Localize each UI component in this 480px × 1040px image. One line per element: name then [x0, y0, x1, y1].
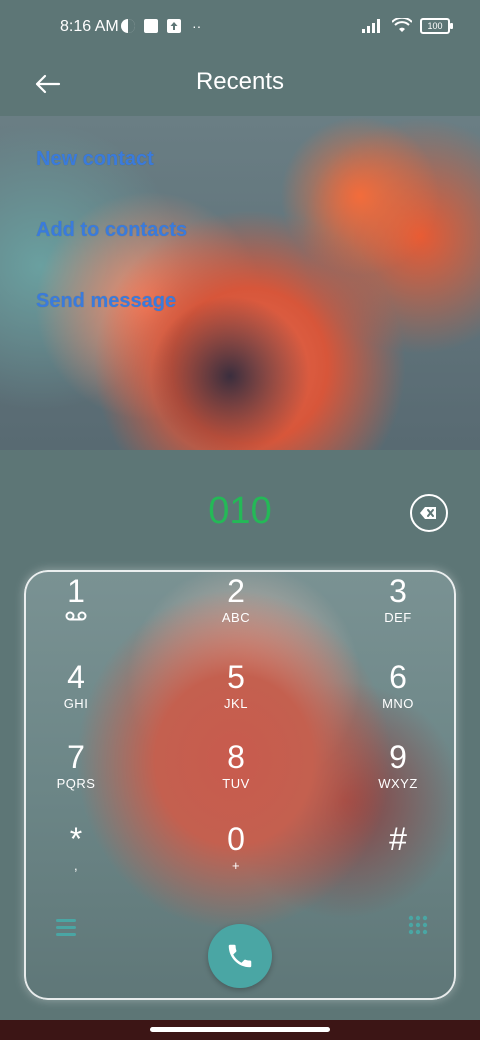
status-square-icon	[144, 19, 158, 33]
key-digit: 5	[227, 659, 245, 695]
battery-icon: 100	[420, 18, 453, 34]
phone-icon	[228, 944, 252, 968]
key-digit: 8	[227, 739, 245, 775]
key-6[interactable]: 6 MNO	[338, 660, 458, 734]
key-digit: *	[69, 821, 83, 857]
key-letters: DEF	[384, 610, 412, 625]
page-title: Recents	[195, 68, 285, 95]
key-digit: 3	[389, 573, 407, 609]
key-letters: GHI	[63, 696, 89, 711]
key-7[interactable]: 7 PQRS	[16, 740, 136, 814]
key-letters: MNO	[382, 696, 414, 711]
add-to-contacts-link[interactable]: Add to contacts	[36, 219, 187, 242]
key-5[interactable]: 5 JKL	[176, 660, 296, 734]
key-8[interactable]: 8 TUV	[176, 740, 296, 814]
key-letters: TUV	[222, 776, 250, 791]
menu-icon[interactable]	[54, 916, 80, 940]
key-hash[interactable]: #	[338, 822, 458, 896]
backspace-button[interactable]	[410, 494, 448, 532]
key-3[interactable]: 3 DEF	[338, 574, 458, 648]
key-letters: +	[231, 858, 241, 873]
key-digit: 0	[227, 821, 245, 857]
dial-keypad: 1 2 ABC 3 DEF 4 GHI 5 JKL 6 MNO 7 PQRS 8…	[24, 570, 456, 1000]
status-time: 8:16 AM	[60, 18, 119, 35]
key-letters: JKL	[224, 696, 248, 711]
new-contact-link[interactable]: New contact	[36, 148, 154, 171]
dialed-number: 010	[208, 490, 272, 532]
home-indicator[interactable]	[150, 1027, 330, 1032]
status-bar: 8:16 AM ·· 100	[0, 0, 480, 56]
key-digit: 6	[389, 659, 407, 695]
key-4[interactable]: 4 GHI	[16, 660, 136, 734]
wifi-icon	[392, 18, 412, 32]
key-digit: 4	[67, 659, 85, 695]
hero-wallpaper: New contact Add to contacts Send message	[0, 116, 480, 450]
key-digit: 2	[227, 573, 245, 609]
key-letters: WXYZ	[378, 776, 418, 791]
status-more-icon: ··	[192, 18, 202, 34]
call-button[interactable]	[208, 924, 272, 988]
backspace-icon	[420, 507, 436, 519]
app-header: Recents	[0, 56, 480, 116]
key-letters: ABC	[221, 610, 251, 625]
key-0[interactable]: 0 +	[176, 822, 296, 896]
key-digit: 7	[67, 739, 85, 775]
key-letters: PQRS	[56, 776, 96, 791]
key-star[interactable]: * ,	[16, 822, 136, 896]
key-9[interactable]: 9 WXYZ	[338, 740, 458, 814]
key-letters: ,	[73, 858, 79, 873]
voicemail-icon	[65, 611, 87, 621]
status-app-icon	[121, 19, 135, 33]
signal-icon	[362, 19, 380, 33]
key-1[interactable]: 1	[16, 574, 136, 648]
key-2[interactable]: 2 ABC	[176, 574, 296, 648]
status-upload-icon	[167, 19, 181, 33]
battery-level: 100	[427, 21, 443, 31]
key-digit: 9	[389, 739, 407, 775]
key-digit: #	[389, 821, 407, 857]
key-digit: 1	[67, 573, 85, 609]
dialpad-icon[interactable]	[406, 914, 430, 938]
send-message-link[interactable]: Send message	[36, 290, 176, 313]
